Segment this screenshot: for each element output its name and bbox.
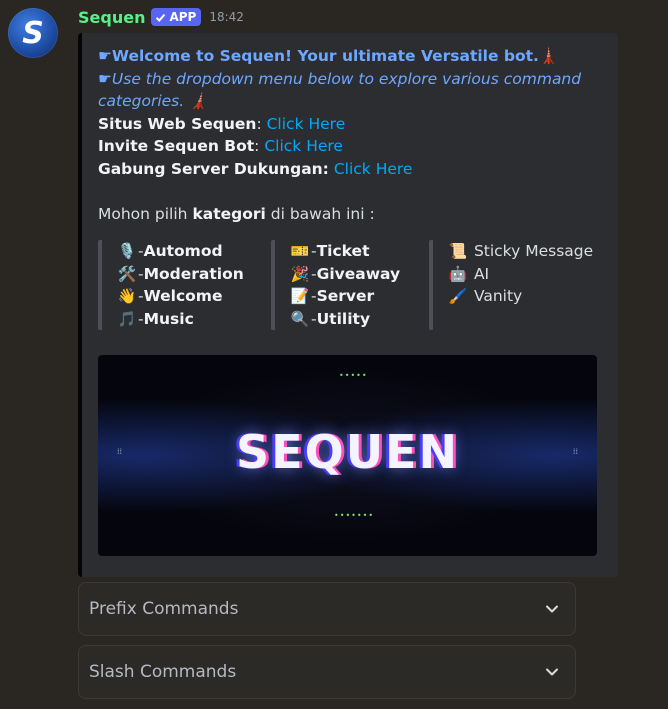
support-line: Gabung Server Dukungan: Click Here xyxy=(98,158,603,181)
banner-dots-top: ••••• xyxy=(339,371,368,380)
checkmark-icon xyxy=(156,13,166,22)
invite-link[interactable]: Click Here xyxy=(264,137,343,155)
pointing-hand-icon: ☛ xyxy=(98,69,112,88)
slash-commands-select[interactable]: Slash Commands xyxy=(78,645,576,699)
banner-dots-bottom: ••••••• xyxy=(334,511,375,520)
message-header: Sequen APP 18:42 xyxy=(78,6,244,28)
category-item: 🖌️ Vanity xyxy=(447,285,607,308)
music-note-icon: 🎵 xyxy=(117,309,137,328)
welcome-text: Welcome to Sequen! Your ultimate Versati… xyxy=(111,47,539,65)
category-label: Sticky Message xyxy=(473,242,594,260)
memo-icon: 📝 xyxy=(290,287,310,305)
microphone-icon: 🎙️ xyxy=(117,242,137,260)
website-label: Situs Web Sequen xyxy=(98,114,257,133)
ticket-icon: 🎫 xyxy=(290,242,310,260)
category-column-2: 🎫 - Ticket 🎉 - Giveaway 📝 - Server 🔍 - U… xyxy=(271,240,429,330)
category-item: 🤖 AI xyxy=(447,263,607,286)
username[interactable]: Sequen xyxy=(78,8,145,27)
category-item: 🛠️ - Moderation xyxy=(116,263,271,286)
chevron-down-icon xyxy=(546,605,558,613)
timestamp: 18:42 xyxy=(209,10,244,24)
category-column-1: 🎙️ - Automod 🛠️ - Moderation 👋 - Welcome… xyxy=(98,240,271,330)
category-item: 🎵 - Music xyxy=(116,308,271,331)
category-label: Giveaway xyxy=(316,264,401,283)
embed: ☛Welcome to Sequen! Your ultimate Versat… xyxy=(78,33,618,577)
tools-icon: 🛠️ xyxy=(117,264,137,283)
category-label: Music xyxy=(143,309,194,328)
tower-emoji-icon: 🗼 xyxy=(538,47,559,65)
tower-emoji-icon: 🗼 xyxy=(189,92,209,110)
app-badge: APP xyxy=(151,8,202,26)
party-popper-icon: 🎉 xyxy=(290,264,310,283)
category-item: 📝 - Server xyxy=(289,285,429,308)
category-label: Server xyxy=(316,287,375,305)
invite-label: Invite Sequen Bot xyxy=(98,137,255,155)
intro-line: ☛Use the dropdown menu below to explore … xyxy=(98,68,603,113)
category-label: Ticket xyxy=(316,242,370,260)
support-link[interactable]: Click Here xyxy=(334,160,413,178)
category-label: Automod xyxy=(143,242,223,260)
website-line: Situs Web Sequen: Click Here xyxy=(98,114,346,133)
prefix-commands-select[interactable]: Prefix Commands xyxy=(78,582,576,636)
avatar-letter: S xyxy=(22,15,44,51)
category-item: 🎙️ - Automod xyxy=(116,240,271,263)
magnifier-icon: 🔍 xyxy=(290,309,310,328)
category-item: 🔍 - Utility xyxy=(289,308,429,331)
pointing-hand-icon: ☛ xyxy=(98,47,112,65)
bot-avatar[interactable]: S xyxy=(8,8,58,58)
scroll-icon: 📜 xyxy=(448,242,468,260)
category-columns: 🎙️ - Automod 🛠️ - Moderation 👋 - Welcome… xyxy=(98,240,607,330)
paintbrush-icon: 🖌️ xyxy=(448,287,468,305)
category-label: AI xyxy=(473,264,490,283)
category-column-3: 📜 Sticky Message 🤖 AI 🖌️ Vanity xyxy=(429,240,607,330)
embed-banner-image[interactable]: ••••• ⁞⁞ ⁞⁞ SEQUEN ••••••• xyxy=(98,355,597,556)
invite-line: Invite Sequen Bot: Click Here xyxy=(98,137,343,155)
robot-icon: 🤖 xyxy=(448,264,468,283)
category-item: 🎉 - Giveaway xyxy=(289,263,429,286)
category-item: 🎫 - Ticket xyxy=(289,240,429,263)
banner-title: SEQUEN xyxy=(236,425,459,479)
support-label: Gabung Server Dukungan: xyxy=(98,159,329,178)
category-item: 📜 Sticky Message xyxy=(447,240,607,263)
welcome-line: ☛Welcome to Sequen! Your ultimate Versat… xyxy=(98,45,603,68)
choose-prefix: Mohon pilih xyxy=(98,204,193,223)
select-placeholder: Prefix Commands xyxy=(89,599,239,619)
category-label: Moderation xyxy=(143,264,244,283)
choose-suffix: di bawah ini : xyxy=(265,204,375,223)
category-label: Utility xyxy=(316,309,371,328)
category-label: Welcome xyxy=(143,287,223,305)
waving-hand-icon: 👋 xyxy=(117,287,137,305)
app-badge-label: APP xyxy=(169,10,197,24)
website-link[interactable]: Click Here xyxy=(267,115,346,133)
choose-line: Mohon pilih kategori di bawah ini : xyxy=(98,203,603,226)
intro-text: Use the dropdown menu below to explore v… xyxy=(98,69,582,111)
choose-bold: kategori xyxy=(192,204,266,223)
category-item: 👋 - Welcome xyxy=(116,285,271,308)
select-placeholder: Slash Commands xyxy=(89,662,237,682)
chevron-down-icon xyxy=(546,668,558,676)
embed-description: ☛Welcome to Sequen! Your ultimate Versat… xyxy=(98,45,603,225)
category-label: Vanity xyxy=(473,287,523,305)
